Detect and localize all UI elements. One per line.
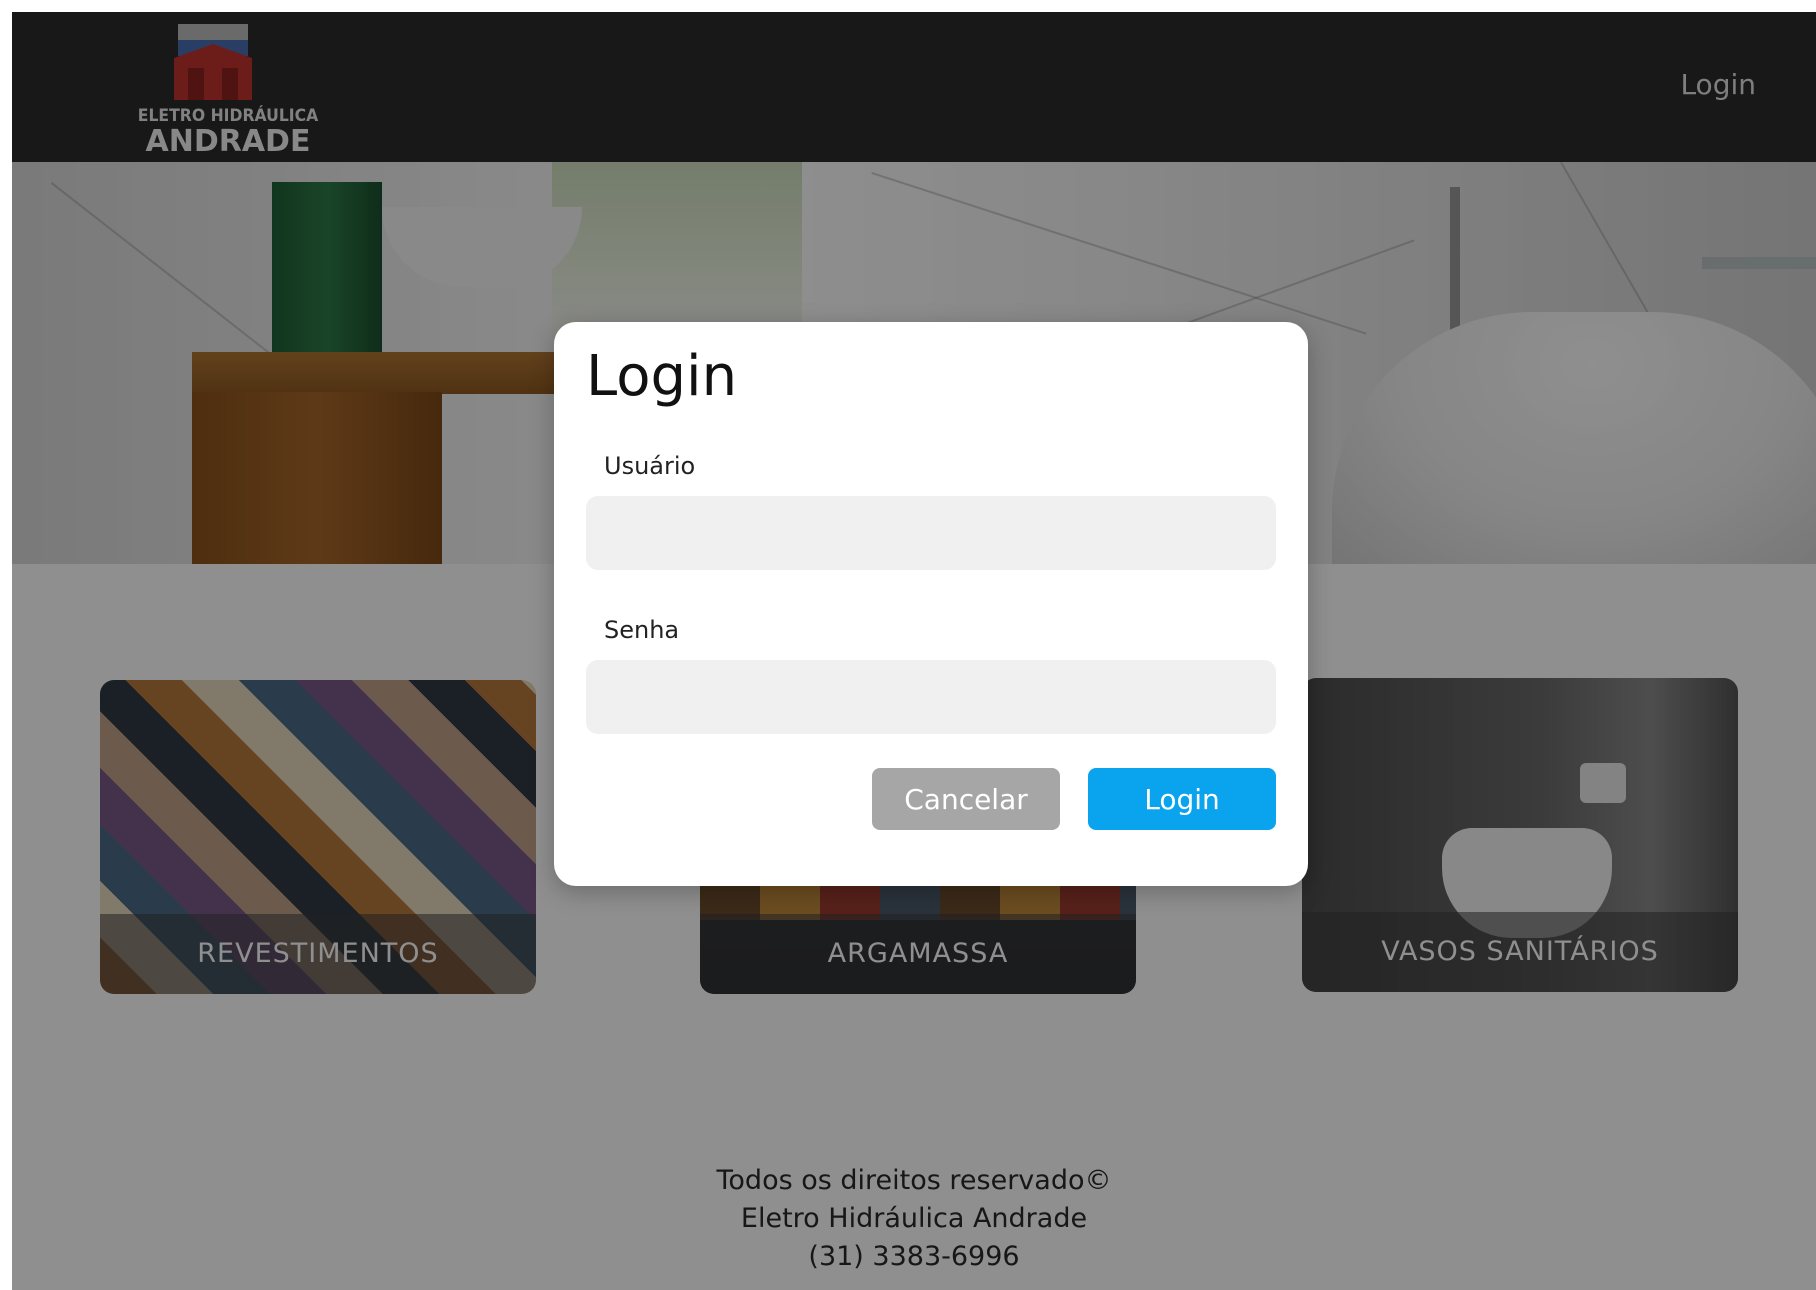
page: ELETRO HIDRÁULICA ANDRADE Login REVESTIM… bbox=[12, 12, 1816, 1290]
login-button[interactable]: Login bbox=[1088, 768, 1276, 830]
password-label: Senha bbox=[604, 616, 680, 644]
login-modal: Login Usuário Senha Cancelar Login bbox=[554, 322, 1308, 886]
modal-title: Login bbox=[586, 344, 738, 409]
password-input[interactable] bbox=[586, 660, 1276, 734]
username-label: Usuário bbox=[604, 452, 696, 480]
username-input[interactable] bbox=[586, 496, 1276, 570]
cancel-button[interactable]: Cancelar bbox=[872, 768, 1060, 830]
